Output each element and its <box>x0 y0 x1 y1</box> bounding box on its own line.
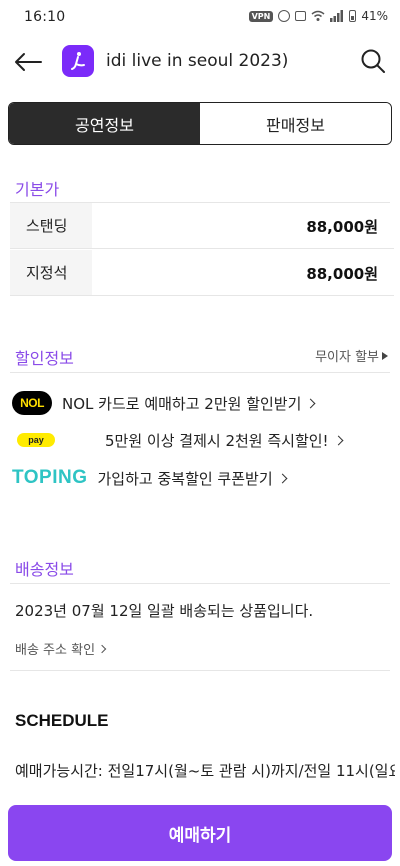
info-tabs: 공연정보 판매정보 <box>8 102 392 145</box>
price-row: 스탠딩 88,000원 <box>10 203 394 249</box>
discount-item-text: NOL 카드로 예매하고 2만원 할인받기 <box>62 394 302 413</box>
discount-item-nol[interactable]: NOL NOL 카드로 예매하고 2만원 할인받기 <box>12 388 316 418</box>
discount-item-text: 5만원 이상 결제시 2천원 즉시할인! <box>105 431 329 450</box>
price-section-title: 기본가 <box>15 180 60 199</box>
alarm-icon <box>278 10 291 22</box>
toping-logo: TOPING <box>12 467 88 488</box>
tab-sales-info[interactable]: 판매정보 <box>200 103 391 144</box>
status-icons: VPN 41% <box>248 9 388 23</box>
schedule-title: SCHEDULE <box>15 711 109 730</box>
search-button[interactable] <box>358 46 388 76</box>
delivery-address-label: 배송 주소 확인 <box>15 643 96 658</box>
divider <box>10 583 390 584</box>
discount-item-toping[interactable]: TOPING 가입하고 중복할인 쿠폰받기 <box>12 463 288 493</box>
chevron-right-icon <box>277 473 288 483</box>
chevron-right-icon <box>97 644 107 653</box>
status-time: 16:10 <box>24 9 66 25</box>
discount-item-pay[interactable]: pay 5만원 이상 결제시 2천원 즉시할인! <box>12 425 344 455</box>
caret-right-icon <box>382 351 388 360</box>
price-value: 88,000원 <box>306 218 378 236</box>
mute-icon <box>295 11 307 21</box>
divider <box>10 670 390 671</box>
price-value: 88,000원 <box>306 265 378 283</box>
page-title: idi live in seoul 2023) <box>106 51 289 71</box>
nol-card-logo: NOL <box>12 391 52 415</box>
back-arrow-icon <box>15 53 42 71</box>
chevron-right-icon <box>305 398 316 408</box>
back-button[interactable] <box>12 46 44 78</box>
book-button[interactable]: 예매하기 <box>8 805 392 861</box>
status-bar: 16:10 VPN 41% <box>0 0 400 36</box>
installment-link-label: 무이자 할부 <box>315 350 379 365</box>
wifi-icon <box>311 10 325 21</box>
interpark-logo-icon <box>71 52 85 70</box>
discount-section-title: 할인정보 <box>15 349 74 368</box>
discount-item-text: 가입하고 중복할인 쿠폰받기 <box>97 469 273 488</box>
delivery-description: 2023년 07월 12일 일괄 배송되는 상품입니다. <box>15 602 314 620</box>
chevron-right-icon <box>333 435 344 445</box>
delivery-section-title: 배송정보 <box>15 560 74 579</box>
price-row: 지정석 88,000원 <box>10 250 394 296</box>
pay-logo: pay <box>17 433 55 447</box>
tab-performance-info[interactable]: 공연정보 <box>9 103 200 144</box>
delivery-address-link[interactable]: 배송 주소 확인 <box>15 639 107 658</box>
divider <box>10 372 390 373</box>
battery-level: 41% <box>361 9 388 23</box>
search-icon <box>361 49 385 73</box>
installment-link[interactable]: 무이자 할부 <box>315 346 388 365</box>
battery-icon <box>349 10 357 22</box>
price-label: 스탠딩 <box>10 203 92 248</box>
price-label: 지정석 <box>10 250 92 295</box>
app-logo <box>62 45 94 77</box>
signal-icon <box>330 10 344 22</box>
vpn-icon: VPN <box>248 10 274 22</box>
